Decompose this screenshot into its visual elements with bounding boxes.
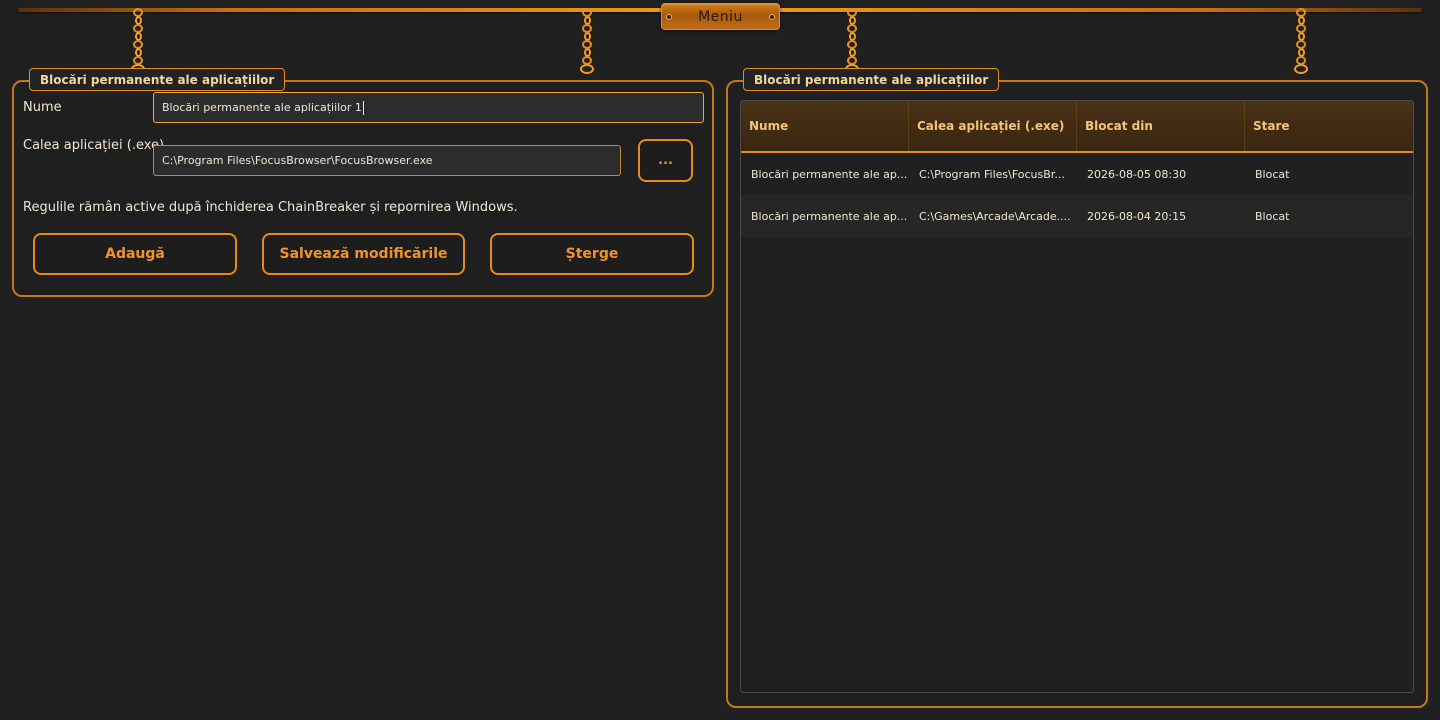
rule-editor-group: Blocări permanente ale aplicațiilor Nume… xyxy=(12,68,714,297)
chain-decoration xyxy=(1294,8,1308,79)
cell-blocked-since: 2026-08-05 08:30 xyxy=(1087,167,1187,181)
cell-path: C:\Games\Arcade\Arcade.... xyxy=(919,209,1071,223)
add-button-label: Adaugă xyxy=(105,246,165,262)
list-group-title: Blocări permanente ale aplicațiilor xyxy=(743,68,1000,91)
persistence-note: Regulile rămân active după închiderea Ch… xyxy=(23,200,518,215)
browse-button[interactable]: ... xyxy=(638,139,693,182)
rules-table: Nume Calea aplicației (.exe) Blocat din … xyxy=(740,100,1414,693)
column-header-blocked-since[interactable]: Blocat din xyxy=(1077,101,1245,151)
name-input-value: Blocări permanente ale aplicațiilor 1 xyxy=(162,101,362,114)
name-label: Nume xyxy=(23,100,62,115)
table-header: Nume Calea aplicației (.exe) Blocat din … xyxy=(741,101,1413,153)
cell-name: Blocări permanente ale ap... xyxy=(751,167,908,181)
save-button-label: Salvează modificările xyxy=(279,246,448,262)
path-input-value: C:\Program Files\FocusBrowser\FocusBrows… xyxy=(162,154,433,167)
cell-blocked-since: 2026-08-04 20:15 xyxy=(1087,209,1187,223)
chain-anchor xyxy=(1294,64,1308,74)
cell-status: Blocat xyxy=(1255,167,1290,181)
add-button[interactable]: Adaugă xyxy=(33,233,237,275)
table-row[interactable]: Blocări permanente ale ap... C:\Program … xyxy=(741,153,1413,195)
menu-button-label: Meniu xyxy=(698,8,743,25)
delete-button[interactable]: Șterge xyxy=(490,233,694,275)
menu-button[interactable]: Meniu xyxy=(661,3,780,30)
table-row[interactable]: Blocări permanente ale ap... C:\Games\Ar… xyxy=(741,195,1413,237)
chain-decoration xyxy=(580,8,594,79)
column-header-name[interactable]: Nume xyxy=(741,101,909,151)
path-input[interactable]: C:\Program Files\FocusBrowser\FocusBrows… xyxy=(153,145,621,176)
text-caret xyxy=(362,100,364,115)
cell-status: Blocat xyxy=(1255,209,1290,223)
path-label: Calea aplicației (.exe) xyxy=(23,138,165,153)
delete-button-label: Șterge xyxy=(565,246,619,262)
column-header-status[interactable]: Stare xyxy=(1245,101,1413,151)
chain-anchor xyxy=(580,64,594,74)
column-header-path[interactable]: Calea aplicației (.exe) xyxy=(909,101,1077,151)
name-input[interactable]: Blocări permanente ale aplicațiilor 1 xyxy=(153,92,704,123)
browse-button-label: ... xyxy=(658,153,673,168)
cell-name: Blocări permanente ale ap... xyxy=(751,209,908,223)
rivet-icon xyxy=(769,14,775,20)
editor-group-title: Blocări permanente ale aplicațiilor xyxy=(29,68,286,91)
save-changes-button[interactable]: Salvează modificările xyxy=(262,233,465,275)
rivet-icon xyxy=(666,14,672,20)
cell-path: C:\Program Files\FocusBr... xyxy=(919,167,1065,181)
